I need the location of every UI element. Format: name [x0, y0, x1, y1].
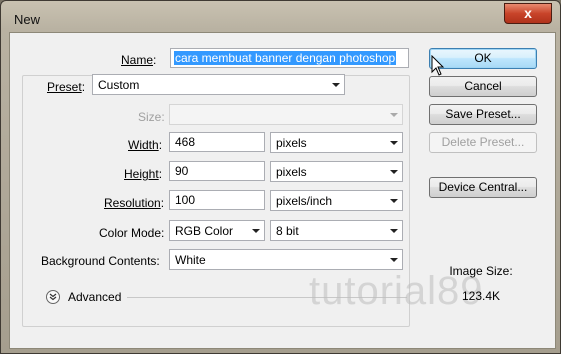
resolution-input[interactable]: 100 [169, 190, 265, 210]
color-mode-select[interactable]: RGB Color [169, 220, 265, 241]
device-central-button[interactable]: Device Central... [429, 177, 537, 198]
image-size-value: 123.4K [461, 289, 501, 303]
height-label: Height: [124, 167, 163, 181]
image-size-label: Image Size: [449, 264, 513, 278]
preset-select-value: Custom [98, 78, 140, 92]
dropdown-arrow-icon [252, 229, 260, 233]
name-input[interactable]: cara membuat banner dengan photoshop [170, 48, 409, 68]
background-contents-select[interactable]: White [169, 249, 403, 270]
width-label: Width: [128, 138, 163, 152]
color-mode-label: Color Mode: [99, 226, 165, 240]
window-title: New [14, 12, 41, 27]
delete-preset-button[interactable]: Delete Preset... [429, 132, 537, 153]
dropdown-arrow-icon [332, 83, 340, 87]
advanced-label[interactable]: Advanced [68, 290, 121, 304]
save-preset-button[interactable]: Save Preset... [429, 104, 537, 125]
width-unit-value: pixels [276, 136, 307, 150]
name-input-text: cara membuat banner dengan photoshop [174, 51, 397, 65]
height-unit-value: pixels [276, 165, 307, 179]
title-bar[interactable]: New x [1, 1, 560, 35]
dropdown-arrow-icon [390, 141, 398, 145]
size-select[interactable] [169, 104, 403, 125]
resolution-unit-select[interactable]: pixels/inch [270, 190, 403, 211]
mouse-cursor-icon [431, 55, 445, 76]
width-input[interactable]: 468 [169, 132, 265, 152]
name-label: Name: [121, 53, 157, 67]
bit-depth-value: 8 bit [276, 224, 299, 238]
dropdown-arrow-icon [390, 229, 398, 233]
width-unit-select[interactable]: pixels [270, 132, 403, 153]
close-icon: x [524, 5, 532, 21]
color-mode-value: RGB Color [175, 224, 234, 238]
ok-button[interactable]: OK [429, 48, 537, 69]
cancel-button[interactable]: Cancel [429, 76, 537, 97]
preset-select[interactable]: Custom [92, 74, 345, 95]
bit-depth-select[interactable]: 8 bit [270, 220, 403, 241]
advanced-toggle[interactable] [46, 290, 60, 304]
dropdown-arrow-icon [390, 113, 398, 117]
dropdown-arrow-icon [390, 170, 398, 174]
resolution-unit-value: pixels/inch [276, 194, 333, 208]
new-document-dialog: New x Name: cara membuat banner dengan p… [0, 0, 561, 354]
size-label: Size: [138, 110, 165, 124]
expand-chevron-icon [49, 293, 57, 301]
height-unit-select[interactable]: pixels [270, 161, 403, 182]
dropdown-arrow-icon [390, 258, 398, 262]
dropdown-arrow-icon [390, 199, 398, 203]
background-contents-value: White [175, 253, 206, 267]
close-button[interactable]: x [504, 3, 552, 24]
background-contents-label: Background Contents: [41, 254, 160, 268]
height-input[interactable]: 90 [169, 161, 265, 181]
resolution-label: Resolution: [104, 196, 165, 210]
preset-label: Preset: [47, 80, 86, 94]
